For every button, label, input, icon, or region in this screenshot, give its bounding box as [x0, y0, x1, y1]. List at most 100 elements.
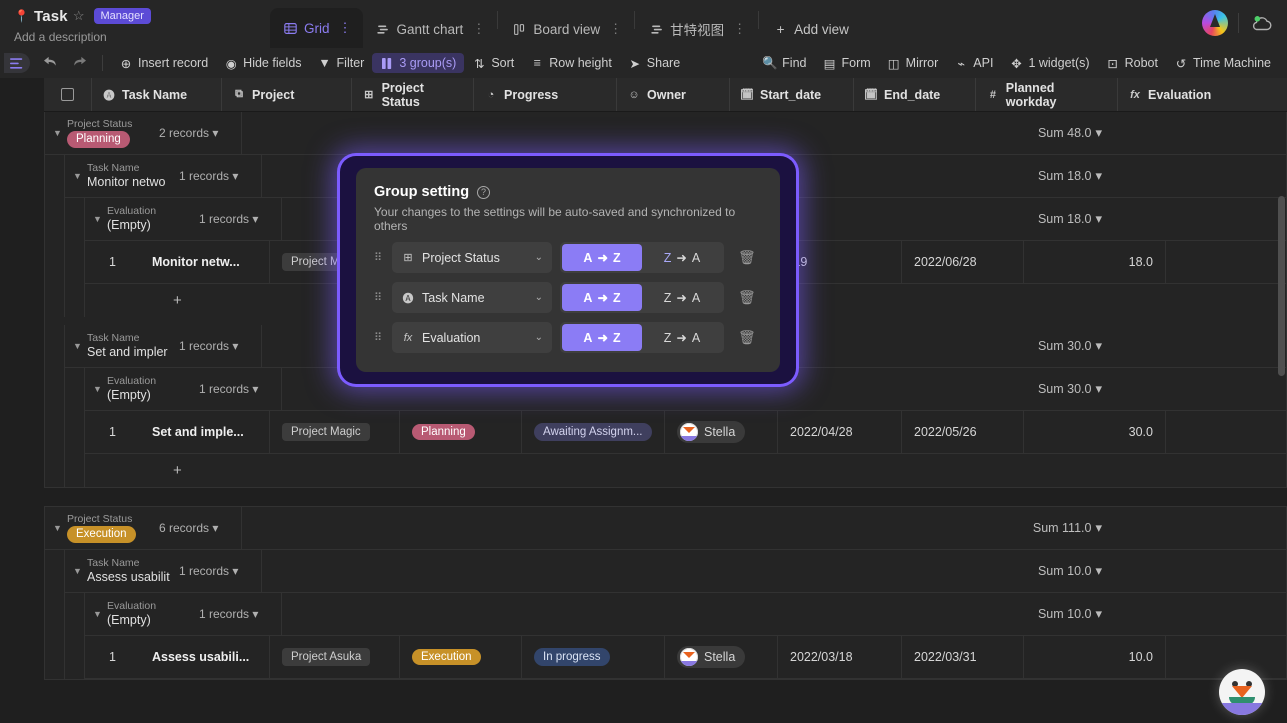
cell-planned-workday[interactable]: 30.0 [1024, 411, 1166, 453]
cell-owner[interactable]: Stella [665, 411, 778, 453]
collapse-triangle-icon[interactable]: ▼ [93, 609, 107, 619]
group-record-count[interactable]: 6 records ▾ [159, 521, 241, 535]
sort-direction-toggle-1[interactable]: A ➜ Z Z ➜ A [560, 242, 724, 273]
group-header-row[interactable]: ▼ Project Status Planning 2 records ▾ Su… [45, 112, 1286, 155]
group-header-row[interactable]: ▼ Project Status Execution 6 records ▾ S… [45, 507, 1286, 550]
column-header-start-date[interactable]: 🗓 Start_date [730, 78, 854, 111]
column-header-owner[interactable]: ☺ Owner [617, 78, 730, 111]
cell-project[interactable]: Project Asuka [270, 636, 400, 678]
group-sum[interactable]: Sum 18.0 [1038, 212, 1280, 226]
cell-planned-workday[interactable]: 18.0 [1024, 241, 1166, 283]
cloud-sync-icon[interactable] [1249, 13, 1275, 33]
cell-planned-workday[interactable]: 10.0 [1024, 636, 1166, 678]
sort-ascending-option-2[interactable]: A ➜ Z [562, 284, 642, 311]
table-row[interactable]: 1 Assess usabili... Project Asuka Execut… [85, 636, 1286, 679]
sort-direction-toggle-2[interactable]: A ➜ Z Z ➜ A [560, 282, 724, 313]
collapse-triangle-icon[interactable]: ▼ [93, 384, 107, 394]
group-record-count[interactable]: 1 records ▾ [199, 607, 281, 621]
trash-icon[interactable]: 🗑 [738, 249, 756, 266]
column-header-project[interactable]: ⧉ Project [222, 78, 352, 111]
group-field-select-2[interactable]: 🅐 Task Name ⌄ [392, 282, 552, 313]
collapse-triangle-icon[interactable]: ▼ [53, 128, 67, 138]
table-row[interactable]: 1 Set and imple... Project Magic Plannin… [85, 411, 1286, 454]
cell-task-name[interactable]: Monitor netw... [140, 241, 270, 283]
column-header-project-status[interactable]: ⊞ Project Status [352, 78, 474, 111]
cell-evaluation[interactable] [1166, 241, 1286, 283]
row-height-button[interactable]: ≡ Row height [522, 53, 620, 73]
time-machine-button[interactable]: ↺ Time Machine [1166, 53, 1279, 73]
cell-evaluation[interactable] [1166, 411, 1286, 453]
column-header-task-name[interactable]: 🅐 Task Name [92, 78, 222, 111]
app-logo-icon[interactable] [1202, 10, 1228, 36]
sort-ascending-option-3[interactable]: A ➜ Z [562, 324, 642, 351]
cell-start-date[interactable]: 2022/04/28 [778, 411, 902, 453]
group-sum[interactable]: Sum 30.0 [1038, 339, 1280, 353]
tab-gantt-cn[interactable]: 甘特视图 ⋮ [636, 10, 757, 48]
add-record-row[interactable]: + [85, 454, 1286, 487]
group-record-count[interactable]: 1 records ▾ [179, 564, 261, 578]
star-icon[interactable]: ☆ [73, 8, 85, 24]
filter-button[interactable]: ▼ Filter [310, 53, 373, 73]
insert-record-button[interactable]: ⊕ Insert record [111, 53, 216, 73]
cell-end-date[interactable]: 2022/05/26 [902, 411, 1024, 453]
sort-descending-option-3[interactable]: Z ➜ A [642, 324, 722, 351]
sort-descending-option-1[interactable]: Z ➜ A [642, 244, 722, 271]
tab-gantt-chart-menu-icon[interactable]: ⋮ [472, 21, 485, 37]
group-record-count[interactable]: 1 records ▾ [199, 382, 281, 396]
cell-task-name[interactable]: Assess usabili... [140, 636, 270, 678]
tab-gantt-cn-menu-icon[interactable]: ⋮ [733, 21, 746, 37]
group-record-count[interactable]: 1 records ▾ [199, 212, 281, 226]
cell-progress[interactable]: In progress [522, 636, 665, 678]
share-button[interactable]: ➤ Share [620, 53, 688, 73]
group-sum[interactable]: Sum 111.0 [1033, 521, 1280, 535]
sort-direction-toggle-3[interactable]: A ➜ Z Z ➜ A [560, 322, 724, 353]
collapse-triangle-icon[interactable]: ▼ [73, 566, 87, 576]
group-sum[interactable]: Sum 10.0 [1038, 564, 1280, 578]
column-header-progress[interactable]: ◔ Progress [474, 78, 617, 111]
group-button[interactable]: 3 group(s) [372, 53, 465, 73]
hide-fields-button[interactable]: ◉ Hide fields [216, 53, 309, 73]
mirror-button[interactable]: ◫ Mirror [879, 53, 947, 73]
group-record-count[interactable]: 2 records ▾ [159, 126, 241, 140]
widgets-button[interactable]: ✥ 1 widget(s) [1001, 53, 1097, 73]
tab-grid-menu-icon[interactable]: ⋮ [339, 20, 352, 36]
cell-owner[interactable]: Stella [665, 636, 778, 678]
collapse-triangle-icon[interactable]: ▼ [73, 171, 87, 181]
tab-gantt-chart[interactable]: Gantt chart ⋮ [363, 10, 497, 48]
cell-start-date[interactable]: 2022/03/18 [778, 636, 902, 678]
group-sum[interactable]: Sum 18.0 [1038, 169, 1280, 183]
cell-progress[interactable]: Awaiting Assignm... [522, 411, 665, 453]
column-header-evaluation[interactable]: fx Evaluation [1118, 78, 1287, 111]
drag-handle-icon[interactable]: ⠿ [374, 291, 384, 304]
robot-button[interactable]: ⊡ Robot [1098, 53, 1166, 73]
tab-board-view[interactable]: Board view ⋮ [499, 10, 633, 48]
description-placeholder[interactable]: Add a description [14, 30, 270, 44]
tab-board-view-menu-icon[interactable]: ⋮ [609, 21, 622, 37]
sort-ascending-option-1[interactable]: A ➜ Z [562, 244, 642, 271]
collapse-triangle-icon[interactable]: ▼ [93, 214, 107, 224]
vertical-scrollbar[interactable] [1278, 196, 1285, 376]
drag-handle-icon[interactable]: ⠿ [374, 331, 384, 344]
collapse-triangle-icon[interactable]: ▼ [73, 341, 87, 351]
tab-grid[interactable]: Grid ⋮ [270, 8, 363, 48]
sort-button[interactable]: ⇅ Sort [464, 53, 522, 73]
group-record-count[interactable]: 1 records ▾ [179, 339, 261, 353]
column-header-end-date[interactable]: 🗓 End_date [854, 78, 976, 111]
group-header-row[interactable]: ▼ Task Name Assess usabilit 1 records ▾ … [65, 550, 1286, 593]
drag-handle-icon[interactable]: ⠿ [374, 251, 384, 264]
group-record-count[interactable]: 1 records ▾ [179, 169, 261, 183]
group-sum[interactable]: Sum 48.0 [1038, 126, 1280, 140]
undo-icon[interactable] [36, 53, 65, 73]
sort-descending-option-2[interactable]: Z ➜ A [642, 284, 722, 311]
group-sum[interactable]: Sum 10.0 [1038, 607, 1280, 621]
trash-icon[interactable]: 🗑 [738, 289, 756, 306]
api-button[interactable]: ⌁ API [946, 53, 1001, 73]
sidebar-toggle-icon[interactable] [4, 53, 30, 73]
cell-task-name[interactable]: Set and imple... [140, 411, 270, 453]
find-button[interactable]: 🔍 Find [755, 53, 814, 73]
help-icon[interactable]: ? [477, 185, 491, 199]
column-header-planned-workday[interactable]: # Planned workday [976, 78, 1118, 111]
redo-icon[interactable] [65, 53, 94, 73]
cell-evaluation[interactable] [1166, 636, 1286, 678]
group-sum[interactable]: Sum 30.0 [1038, 382, 1280, 396]
